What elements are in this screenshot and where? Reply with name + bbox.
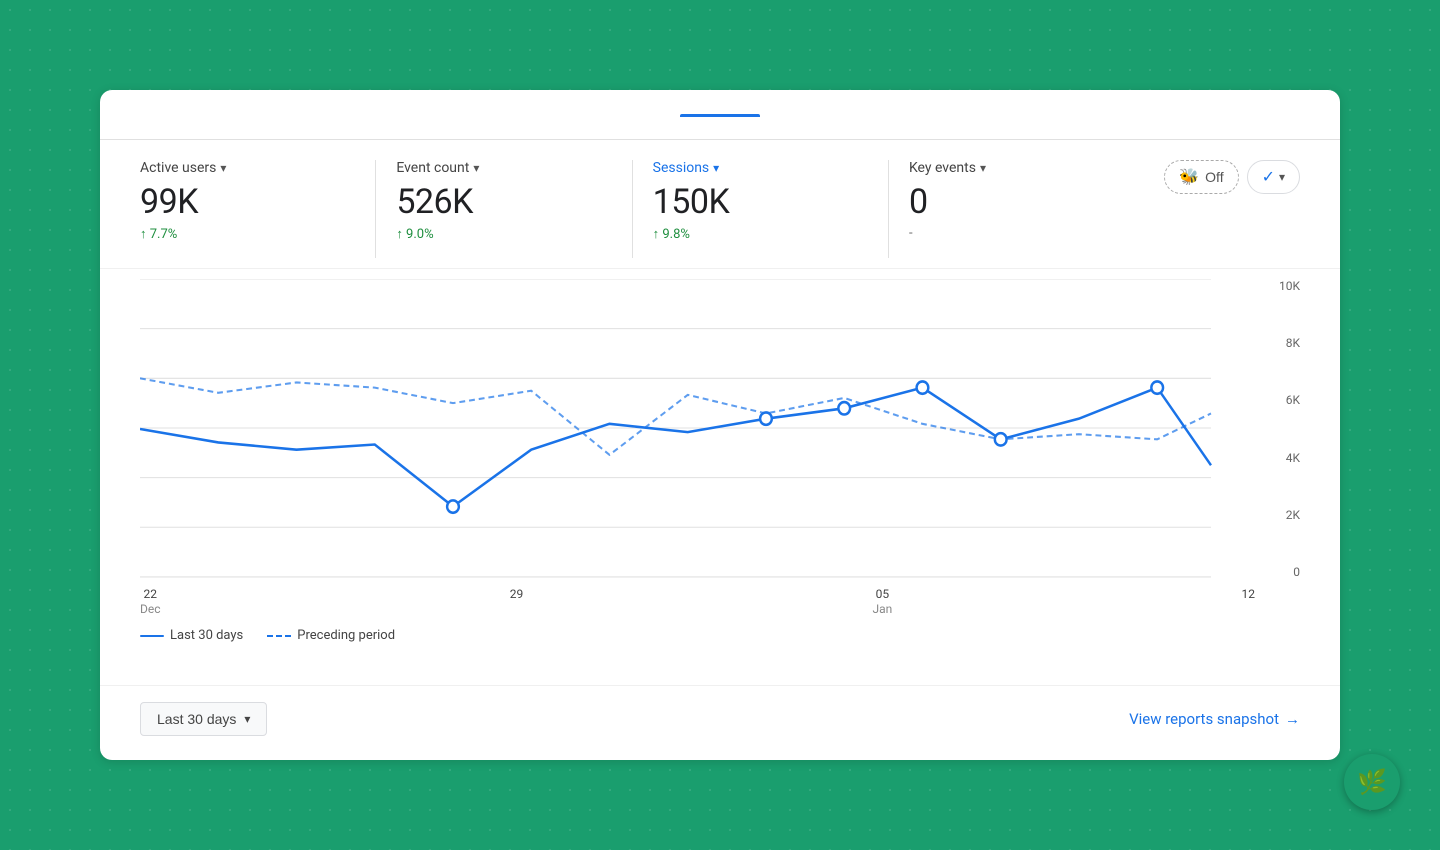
y-label-8k: 8K <box>1255 336 1300 350</box>
x-axis-labels: 22 Dec 29 05 Jan 12 <box>140 579 1300 616</box>
metric-key-events[interactable]: Key events ▾ 0 - <box>909 160 1144 257</box>
legend-dashed-label: Preceding period <box>297 628 395 643</box>
date-range-button[interactable]: Last 30 days ▾ <box>140 702 267 736</box>
sessions-change: ↑ 9.8% <box>653 226 868 242</box>
legend-dashed-line <box>267 635 291 637</box>
key-events-label: Key events ▾ <box>909 160 1124 176</box>
key-events-value: 0 <box>909 182 1124 222</box>
y-axis-labels: 10K 8K 6K 4K 2K 0 <box>1255 279 1300 579</box>
legend-dashed: Preceding period <box>267 628 395 643</box>
view-reports-link[interactable]: View reports snapshot → <box>1129 710 1300 728</box>
sessions-value: 150K <box>653 182 868 222</box>
compare-button[interactable]: ✓ ▾ <box>1247 160 1300 194</box>
active-users-label: Active users ▾ <box>140 160 355 176</box>
legend-solid: Last 30 days <box>140 628 243 643</box>
x-label-12: 12 <box>1241 587 1255 616</box>
metric-sessions[interactable]: Sessions ▾ 150K ↑ 9.8% <box>653 160 889 258</box>
key-events-chevron: ▾ <box>980 161 986 175</box>
key-events-change: - <box>909 226 1124 241</box>
metric-event-count[interactable]: Event count ▾ 526K ↑ 9.0% <box>396 160 632 258</box>
x-label-29: 29 <box>510 587 524 616</box>
fab-icon: 🌿 <box>1357 768 1387 796</box>
y-label-6k: 6K <box>1255 393 1300 407</box>
date-range-chevron: ▾ <box>244 712 250 726</box>
active-users-change: ↑ 7.7% <box>140 226 355 242</box>
sessions-chevron: ▾ <box>713 161 719 175</box>
chart-legend: Last 30 days Preceding period <box>140 616 1300 643</box>
sessions-label: Sessions ▾ <box>653 160 868 176</box>
bottom-bar: Last 30 days ▾ View reports snapshot → <box>100 685 1340 760</box>
event-count-change: ↑ 9.0% <box>396 226 611 242</box>
view-reports-arrow: → <box>1285 710 1300 728</box>
event-count-value: 526K <box>396 182 611 222</box>
y-label-0: 0 <box>1255 565 1300 579</box>
main-card: Active users ▾ 99K ↑ 7.7% Event count ▾ … <box>100 90 1340 760</box>
toggle-area: 🐝 Off ✓ ▾ <box>1144 160 1300 194</box>
y-label-10k: 10K <box>1255 279 1300 293</box>
y-label-2k: 2K <box>1255 508 1300 522</box>
chart-svg <box>140 279 1300 579</box>
y-label-4k: 4K <box>1255 451 1300 465</box>
chart-container: 10K 8K 6K 4K 2K 0 <box>140 279 1300 579</box>
x-label-05-jan: 05 Jan <box>872 587 892 616</box>
active-users-chevron: ▾ <box>220 161 226 175</box>
metrics-row: Active users ▾ 99K ↑ 7.7% Event count ▾ … <box>100 140 1340 269</box>
x-label-22-dec: 22 Dec <box>140 587 161 616</box>
event-count-chevron: ▾ <box>473 161 479 175</box>
legend-solid-line <box>140 635 164 637</box>
compare-chevron: ▾ <box>1279 170 1285 184</box>
tab-active-indicator <box>680 114 760 117</box>
checkmark-icon: ✓ <box>1262 167 1275 187</box>
event-count-label: Event count ▾ <box>396 160 611 176</box>
bee-icon: 🐝 <box>1179 167 1199 187</box>
metric-active-users[interactable]: Active users ▾ 99K ↑ 7.7% <box>140 160 376 258</box>
chart-area: 10K 8K 6K 4K 2K 0 <box>100 269 1340 685</box>
legend-solid-label: Last 30 days <box>170 628 243 643</box>
bee-toggle-button[interactable]: 🐝 Off <box>1164 160 1238 194</box>
toggle-label: Off <box>1205 169 1223 185</box>
active-users-value: 99K <box>140 182 355 222</box>
date-range-label: Last 30 days <box>157 711 236 727</box>
tab-bar <box>100 90 1340 140</box>
view-reports-label: View reports snapshot <box>1129 710 1279 728</box>
fab-button[interactable]: 🌿 <box>1344 754 1400 810</box>
